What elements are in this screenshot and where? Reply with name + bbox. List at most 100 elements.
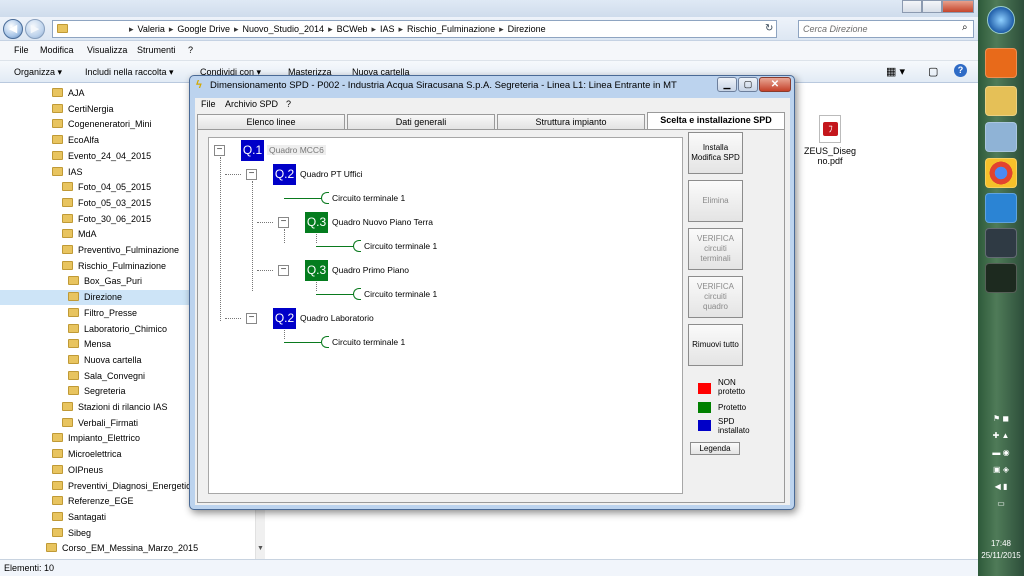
search-icon[interactable]: ⌕	[962, 22, 968, 33]
dialog-close-button[interactable]: ✕	[759, 77, 791, 92]
panel-node-q3b[interactable]: Q.3	[305, 260, 328, 281]
circuit-icon-c3[interactable]	[353, 288, 361, 300]
explorer-icon[interactable]	[985, 86, 1017, 116]
internet-explorer-icon[interactable]	[985, 193, 1017, 223]
tab-struttura-impianto[interactable]: Struttura impianto	[497, 114, 645, 129]
install-modify-spd-button[interactable]: Installa Modifica SPD	[688, 132, 743, 174]
chrome-icon[interactable]	[985, 158, 1017, 188]
breadcrumb-separator[interactable]: ▸	[371, 24, 376, 34]
nav-folder-item[interactable]: IAS	[52, 165, 83, 180]
nav-folder-item[interactable]: Mensa	[68, 337, 111, 352]
breadcrumb-separator[interactable]: ▸	[328, 24, 333, 34]
remove-all-button[interactable]: Rimuovi tutto	[688, 324, 743, 366]
nav-folder-item[interactable]: CertiNergia	[52, 102, 114, 117]
breadcrumb-separator[interactable]: ▸	[129, 24, 134, 34]
nav-folder-item[interactable]: EcoAlfa	[52, 133, 99, 148]
menu-strumenti[interactable]: Strumenti	[137, 45, 176, 55]
nav-folder-item[interactable]: Box_Gas_Puri	[68, 274, 142, 289]
panel-node-q2a[interactable]: Q.2	[273, 164, 296, 185]
nav-folder-item[interactable]: Cogeneneratori_Mini	[52, 117, 152, 132]
dialog-minimize-button[interactable]: ▁	[717, 77, 737, 92]
dialog-menu-archivio[interactable]: Archivio SPD	[225, 99, 278, 109]
app-spd-icon[interactable]	[985, 263, 1017, 293]
tab-dati-generali[interactable]: Dati generali	[347, 114, 495, 129]
calculator-icon[interactable]	[985, 122, 1017, 152]
breadcrumb-item[interactable]: Direzione	[508, 24, 546, 34]
nav-folder-item[interactable]: Foto_04_05_2015	[62, 180, 151, 195]
verify-terminal-circuits-button[interactable]: VERIFICA circuiti terminali	[688, 228, 743, 270]
help-icon[interactable]: ?	[954, 64, 967, 77]
nav-folder-item[interactable]: Foto_05_03_2015	[62, 196, 151, 211]
back-button[interactable]: ◀	[3, 19, 23, 39]
nav-folder-item[interactable]: Rischio_Fulminazione	[62, 259, 166, 274]
nav-folder-item[interactable]: Sala_Convegni	[68, 369, 145, 384]
organize-button[interactable]: Organizza ▾	[14, 67, 62, 78]
collapse-toggle-q2a[interactable]: −	[246, 169, 257, 180]
dialog-maximize-button[interactable]: ▢	[738, 77, 758, 92]
media-player-icon[interactable]	[985, 48, 1017, 78]
breadcrumb-item[interactable]: Google Drive	[177, 24, 230, 34]
start-button[interactable]	[987, 6, 1015, 34]
nav-folder-item[interactable]: Sibeg	[52, 526, 91, 541]
menu-visualizza[interactable]: Visualizza	[87, 45, 127, 55]
nav-folder-item[interactable]: Filtro_Presse	[68, 306, 137, 321]
nav-folder-item[interactable]: AJA	[52, 86, 85, 101]
installation-tree[interactable]: − Q.1 Quadro MCC6 − Q.2 Quadro PT Uffici…	[208, 137, 683, 494]
collapse-toggle-q3a[interactable]: −	[278, 217, 289, 228]
nav-folder-item[interactable]: Preventivi_Diagnosi_Energetica	[52, 479, 196, 494]
nav-folder-item[interactable]: Verbali_Firmati	[62, 416, 138, 431]
search-input[interactable]: Cerca Direzione	[798, 20, 974, 38]
breadcrumb-separator[interactable]: ▸	[399, 24, 404, 34]
nav-folder-item[interactable]: Evento_24_04_2015	[52, 149, 151, 164]
dialog-menu-file[interactable]: File	[201, 99, 216, 109]
breadcrumb-item[interactable]: Rischio_Fulminazione	[407, 24, 495, 34]
nav-folder-item[interactable]: Santagati	[52, 510, 106, 525]
verify-panel-circuits-button[interactable]: VERIFICA circuiti quadro	[688, 276, 743, 318]
nav-folder-item[interactable]: OIPneus	[52, 463, 103, 478]
preview-pane-icon[interactable]: ▢	[928, 65, 938, 78]
minimize-button[interactable]	[902, 0, 922, 13]
breadcrumb-item[interactable]: IAS	[380, 24, 395, 34]
nav-folder-item[interactable]: Segreteria	[68, 384, 126, 399]
breadcrumb-separator[interactable]: ▸	[499, 24, 504, 34]
refresh-icon[interactable]: ↻	[765, 23, 773, 34]
delete-button[interactable]: Elimina	[688, 180, 743, 222]
tab-scelta-installazione-spd[interactable]: Scelta e installazione SPD	[647, 112, 785, 130]
breadcrumb-separator[interactable]: ▸	[169, 24, 174, 34]
circuit-icon-c1[interactable]	[321, 192, 329, 204]
nav-folder-item[interactable]: Corso_EM_Messina_Marzo_2015	[46, 541, 198, 556]
nav-folder-item[interactable]: Foto_30_06_2015	[62, 212, 151, 227]
legend-button[interactable]: Legenda	[690, 442, 740, 455]
menu-help[interactable]: ?	[188, 45, 193, 55]
maximize-button[interactable]	[922, 0, 942, 13]
collapse-toggle-q2b[interactable]: −	[246, 313, 257, 324]
panel-node-q3a[interactable]: Q.3	[305, 212, 328, 233]
circuit-icon-c2[interactable]	[353, 240, 361, 252]
breadcrumb-item[interactable]: Nuovo_Studio_2014	[242, 24, 324, 34]
clock[interactable]: 17:48 25/11/2015	[978, 538, 1024, 562]
panel-node-q2b[interactable]: Q.2	[273, 308, 296, 329]
breadcrumb-item[interactable]: Valeria	[138, 24, 165, 34]
nav-folder-item[interactable]: Microelettrica	[52, 447, 122, 462]
forward-button[interactable]: ▶	[25, 19, 45, 39]
nav-folder-item[interactable]: Stazioni di rilancio IAS	[62, 400, 168, 415]
nav-folder-item[interactable]: MdA	[62, 227, 97, 242]
address-input[interactable]: ▸ Valeria ▸ Google Drive ▸ Nuovo_Studio_2014 ▸…	[52, 20, 777, 38]
tab-elenco-linee[interactable]: Elenco linee	[197, 114, 345, 129]
close-button[interactable]	[942, 0, 974, 13]
nav-folder-item[interactable]: Preventivo_Fulminazione	[62, 243, 179, 258]
menu-modifica[interactable]: Modifica	[40, 45, 74, 55]
menu-file[interactable]: File	[14, 45, 29, 55]
breadcrumb-item[interactable]: BCWeb	[337, 24, 368, 34]
collapse-toggle-q1[interactable]: −	[214, 145, 225, 156]
include-in-library-button[interactable]: Includi nella raccolta ▾	[85, 67, 174, 78]
breadcrumb-separator[interactable]: ▸	[234, 24, 239, 34]
nav-folder-item[interactable]: Laboratorio_Chimico	[68, 322, 167, 337]
view-options-icon[interactable]: ▦ ▾	[886, 65, 905, 78]
file-item-pdf[interactable]: ﾌ ZEUS_Diseg no.pdf	[800, 115, 860, 166]
nav-folder-item[interactable]: Nuova cartella	[68, 353, 142, 368]
nav-folder-item[interactable]: Impianto_Elettrico	[52, 431, 140, 446]
tray-icons[interactable]: ⚑ ◼ ✚ ▲ ▬ ◉ ▣ ◈ ◀ ▮ ▭	[984, 410, 1018, 520]
collapse-toggle-q3b[interactable]: −	[278, 265, 289, 276]
app-tne-icon[interactable]	[985, 228, 1017, 258]
